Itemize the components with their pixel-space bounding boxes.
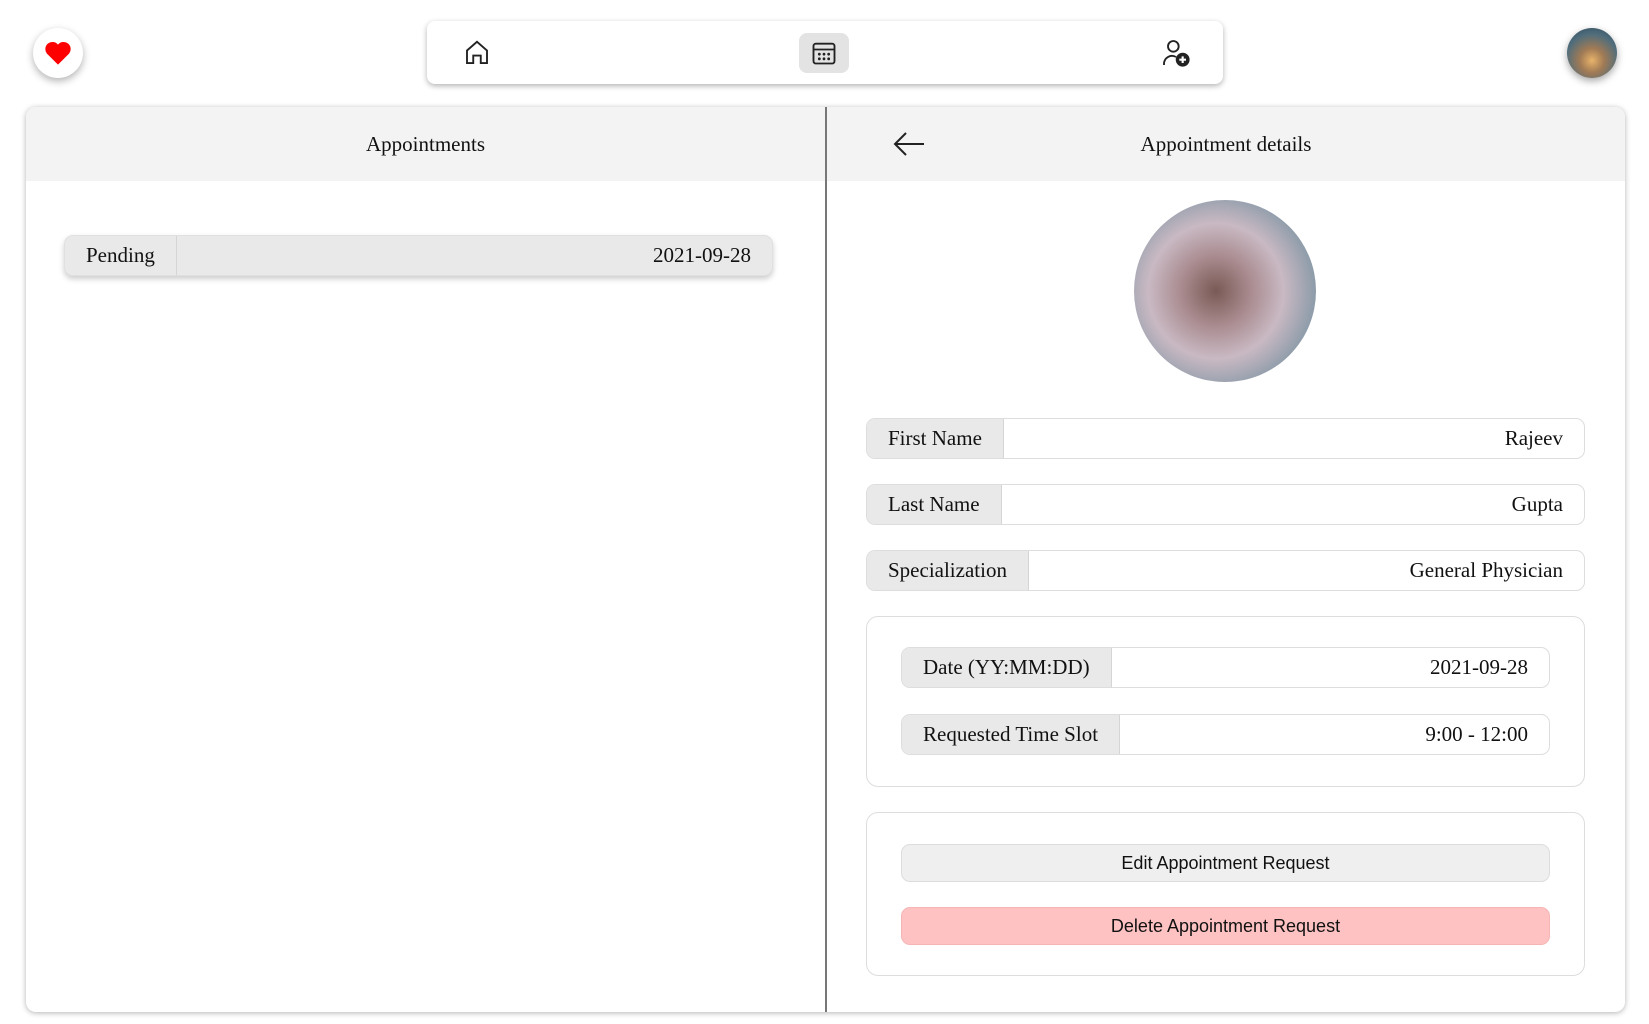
appointment-list-item[interactable]: Pending 2021-09-28	[64, 235, 773, 276]
top-nav	[427, 21, 1223, 84]
appointment-date: 2021-09-28	[653, 243, 751, 267]
avatar[interactable]	[1567, 28, 1617, 78]
field-label: First Name	[867, 419, 1004, 458]
field-label: Date (YY:MM:DD)	[902, 648, 1112, 687]
time-slot-field: Requested Time Slot 9:00 - 12:00	[901, 714, 1550, 755]
field-label: Last Name	[867, 485, 1002, 524]
field-label: Requested Time Slot	[902, 715, 1121, 754]
user-add-icon	[1163, 40, 1190, 67]
appointment-status: Pending	[65, 236, 177, 275]
doctor-photo	[1134, 200, 1316, 382]
add-user-button[interactable]	[1151, 33, 1201, 73]
specialization-field: Specialization General Physician	[866, 550, 1585, 591]
details-header: Appointment details	[827, 107, 1625, 181]
main-panel: Appointments Pending 2021-09-28 Appointm…	[26, 107, 1625, 1012]
actions-box	[866, 812, 1585, 976]
schedule-box	[866, 616, 1585, 787]
edit-appointment-button[interactable]: Edit Appointment Request	[901, 844, 1550, 882]
field-value: 9:00 - 12:00	[1425, 722, 1528, 746]
appointments-header: Appointments	[26, 107, 825, 181]
back-button[interactable]	[892, 129, 926, 159]
field-label: Specialization	[867, 551, 1029, 590]
field-value: General Physician	[1409, 558, 1563, 582]
last-name-field: Last Name Gupta	[866, 484, 1585, 525]
field-value: Rajeev	[1504, 426, 1563, 450]
field-value: Gupta	[1511, 492, 1563, 516]
home-button[interactable]	[452, 33, 502, 73]
details-title: Appointment details	[1140, 131, 1312, 156]
first-name-field: First Name Rajeev	[866, 418, 1585, 459]
calendar-icon	[812, 42, 836, 65]
home-icon	[466, 40, 488, 64]
divider	[825, 107, 827, 1012]
appointments-title: Appointments	[366, 131, 485, 156]
delete-appointment-button[interactable]: Delete Appointment Request	[901, 907, 1550, 945]
heart-icon	[45, 41, 71, 65]
appointments-button[interactable]	[799, 33, 849, 73]
date-field: Date (YY:MM:DD) 2021-09-28	[901, 647, 1550, 688]
heart-logo-button[interactable]	[33, 28, 83, 78]
field-value: 2021-09-28	[1430, 655, 1528, 679]
arrow-left-icon	[893, 132, 924, 156]
